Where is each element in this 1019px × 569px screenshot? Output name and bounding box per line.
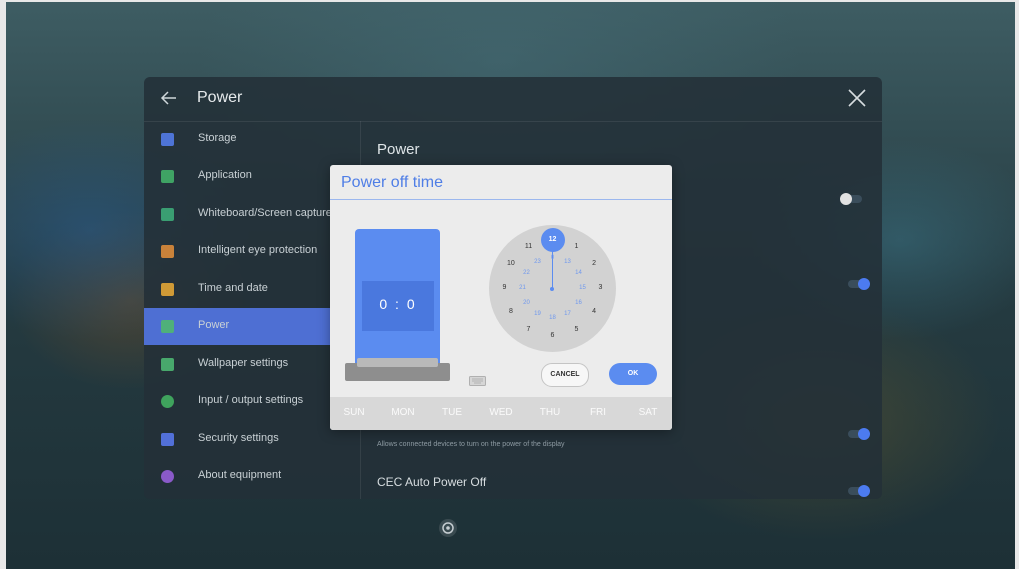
keyboard-icon[interactable] [469,373,486,386]
sidebar-item-label: About equipment [198,469,282,481]
clock-hour-5[interactable]: 5 [569,326,585,333]
info-icon [161,470,174,483]
sidebar-item-label: Power [198,319,230,331]
toggle-switch-1[interactable] [840,193,862,205]
clock-hour-6[interactable]: 6 [545,332,561,339]
sidebar-item-label: Application [198,169,252,181]
sidebar-item-label: Security settings [198,432,279,444]
sidebar-item-label: Input / output settings [198,394,304,406]
sidebar-item-wallpaper[interactable]: Wallpaper settings [144,346,360,383]
dialog-title-divider [330,199,672,200]
clock-hour-12[interactable]: 12 [545,236,561,243]
clock-hour-1[interactable]: 1 [569,243,585,250]
input-output-icon [161,395,174,408]
section-title: Power [377,141,420,158]
image-icon [161,358,174,371]
sidebar-item-storage[interactable]: Storage [144,121,360,158]
toggle-switch-4[interactable] [848,485,870,497]
lock-icon [161,433,174,446]
sidebar-item-label: Wallpaper settings [198,357,289,369]
gear-icon[interactable] [437,517,459,539]
clock-hour-24-13[interactable]: 13 [560,259,576,265]
ok-button[interactable]: OK [609,363,657,385]
day-tue[interactable]: TUE [432,407,472,418]
clock-hour-24-19[interactable]: 19 [530,311,546,317]
cancel-button[interactable]: CANCEL [541,363,589,387]
storage-icon [161,133,174,146]
day-mon[interactable]: MON [383,407,423,418]
day-thu[interactable]: THU [530,407,570,418]
time-display: 0 : 0 [362,281,434,331]
clock-hour-11[interactable]: 11 [521,243,537,250]
close-icon[interactable] [846,87,868,109]
day-sat[interactable]: SAT [628,407,668,418]
clock-hand [552,242,553,289]
calendar-icon [161,283,174,296]
clock-hour-2[interactable]: 2 [586,260,602,267]
page-title: Power [197,89,243,106]
toggle-switch-3[interactable] [848,428,870,440]
clock-hour-24-20[interactable]: 20 [519,300,535,306]
power-off-time-dialog: Power off time 0 : 0 12 1 2 3 4 5 6 7 8 9 10 11 0 13 1… [330,165,672,430]
clock-hour-24-15[interactable]: 15 [575,285,591,291]
display-stand-top [357,358,438,367]
back-arrow-icon[interactable] [158,87,180,109]
clock-hour-24-16[interactable]: 16 [570,300,586,306]
dialog-title: Power off time [341,174,443,191]
toggle-knob [840,193,852,205]
clock-hour-24-21[interactable]: 21 [515,285,531,291]
sidebar-item-input-output[interactable]: Input / output settings [144,383,360,420]
whiteboard-icon [161,208,174,221]
cec-auto-power-off-label: CEC Auto Power Off [377,475,487,489]
eye-icon [161,245,174,258]
toggle-knob [858,485,870,497]
time-value: 0 : 0 [379,296,417,312]
weekday-selector: SUN MON TUE WED THU FRI SAT [330,397,672,430]
sidebar-item-label: Time and date [198,282,268,294]
toggle-switch-2[interactable] [848,278,870,290]
clock-hour-4[interactable]: 4 [586,308,602,315]
sidebar-item-label: Intelligent eye protection [198,244,318,256]
sidebar-item-label: Whiteboard/Screen capture [198,207,332,219]
settings-header: Power [144,77,882,122]
sidebar-item-power[interactable]: Power [144,308,360,345]
sidebar-item-time-date[interactable]: Time and date [144,271,360,308]
day-wed[interactable]: WED [481,407,521,418]
clock-hour-24-17[interactable]: 17 [560,311,576,317]
clock-hour-7[interactable]: 7 [521,326,537,333]
sidebar-item-security[interactable]: Security settings [144,421,360,458]
sidebar-item-about[interactable]: About equipment [144,458,360,495]
toggle-knob [858,428,870,440]
sidebar-item-application[interactable]: Application [144,158,360,195]
sidebar-item-whiteboard[interactable]: Whiteboard/Screen capture [144,196,360,233]
sidebar-item-eye-protection[interactable]: Intelligent eye protection [144,233,360,270]
clock-hour-24-22[interactable]: 22 [519,270,535,276]
power-icon [161,320,174,333]
clock-hour-24-18[interactable]: 18 [545,315,561,321]
clock-hour-24-14[interactable]: 14 [570,270,586,276]
sidebar-item-label: Storage [198,132,237,144]
day-sun[interactable]: SUN [334,407,374,418]
clock-center [550,287,554,291]
clock-hour-3[interactable]: 3 [593,284,609,291]
clock-hour-8[interactable]: 8 [503,308,519,315]
clock-hour-24-23[interactable]: 23 [530,259,546,265]
setting-description: Allows connected devices to turn on the … [377,441,565,448]
application-icon [161,170,174,183]
toggle-knob [858,278,870,290]
clock-dial[interactable]: 12 1 2 3 4 5 6 7 8 9 10 11 0 13 14 15 16 17 18 19 20 21 22 23 [489,225,616,352]
clock-hour-9[interactable]: 9 [497,284,513,291]
clock-hour-24-0[interactable]: 0 [545,255,561,261]
settings-sidebar: Storage Application Whiteboard/Screen ca… [144,121,361,499]
day-fri[interactable]: FRI [578,407,618,418]
clock-hour-10[interactable]: 10 [503,260,519,267]
